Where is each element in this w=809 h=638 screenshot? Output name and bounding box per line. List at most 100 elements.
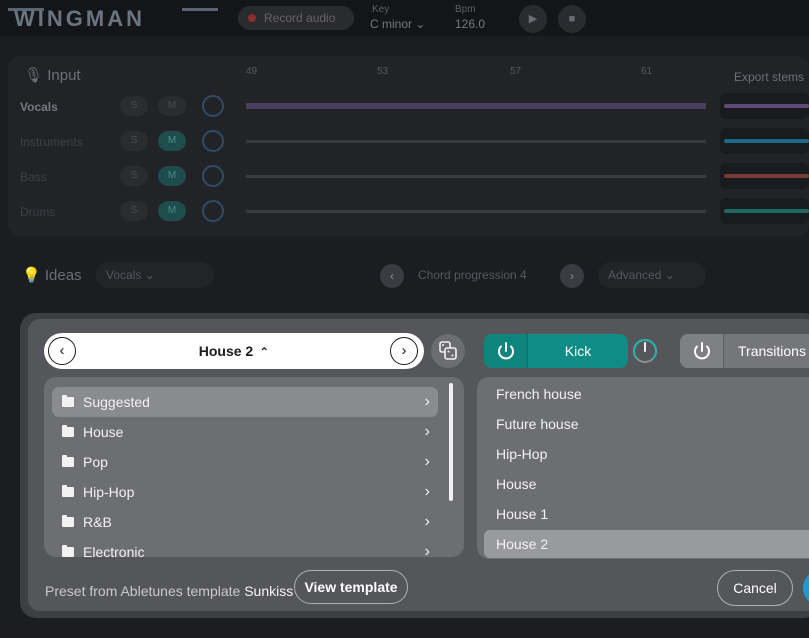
folder-item[interactable]: Suggested › [52,387,438,417]
chevron-right-icon: › [424,483,430,500]
folder-label: Pop [83,454,108,470]
stem-export-thumbnail[interactable] [720,128,809,154]
kick-toggle-group: Kick [484,334,628,368]
stem-export-thumbnail[interactable] [720,198,809,224]
preset-item[interactable]: House [484,470,809,498]
kick-power-button[interactable] [484,334,528,368]
key-value: C minor [370,17,413,31]
bpm-label: Bpm [455,4,476,15]
stem-waveform [724,104,809,108]
preset-source-text: Preset from Abletunes template Sunkiss [45,583,293,599]
next-preset-button[interactable]: › [390,337,418,365]
track-name: Drums [20,205,56,219]
kick-button[interactable]: Kick [528,334,628,368]
preset-item[interactable]: Hip-Hop [484,440,809,468]
folder-item[interactable]: R&B › [52,507,438,537]
waveform-lane [246,202,706,220]
key-select[interactable]: C minor ⌄ [370,17,425,31]
mute-button[interactable]: M [158,201,186,221]
transitions-power-button[interactable] [680,334,724,368]
view-template-button[interactable]: View template [294,570,408,604]
logo-wing-right [182,8,218,22]
template-name: Sunkiss [244,583,294,599]
mute-button[interactable]: M [158,131,186,151]
preset-title: House 2 [198,343,254,359]
folder-icon [62,395,74,407]
randomize-button[interactable] [431,334,465,368]
top-bar: WINGMAN Record audio Key C minor ⌄ Bpm 1… [0,0,809,36]
chord-progression-label: Chord progression 4 [418,268,527,282]
preset-item[interactable]: House 2 [484,530,809,558]
solo-button[interactable]: S [120,166,148,186]
waveform [246,103,706,109]
waveform [246,140,706,143]
chevron-right-icon: › [424,543,430,557]
track-volume-knob[interactable] [202,130,224,152]
record-icon [248,14,256,22]
mute-button[interactable]: M [158,96,186,116]
folder-list: Suggested › House › Pop › Hip-Hop › R&B › Electron… [44,377,464,557]
cancel-button[interactable]: Cancel [717,570,793,606]
stop-icon[interactable]: ■ [558,5,586,33]
track-name: Instruments [20,135,83,149]
solo-button[interactable]: S [120,131,148,151]
ideas-source-select[interactable]: Vocals ⌄ [96,262,214,288]
waveform-lane [246,97,706,115]
folder-icon [62,515,74,527]
folder-label: Electronic [83,544,145,557]
transitions-button[interactable]: Transitions [738,334,806,368]
stem-waveform [724,174,809,178]
folder-icon [62,455,74,467]
app-logo: WINGMAN [14,6,145,31]
bpm-value[interactable]: 126.0 [455,17,485,31]
track-volume-knob[interactable] [202,200,224,222]
chord-prev-icon[interactable]: ‹ [380,264,404,288]
preset-modal: ‹ House 2 ⌃ › Suggested › House › Pop › Hip-Hop… [20,313,809,618]
play-icon[interactable]: ▶ [519,5,547,33]
preset-item[interactable]: French house [484,380,809,408]
knob-icon [633,339,657,363]
stem-export-thumbnail[interactable] [720,93,809,119]
track-volume-knob[interactable] [202,95,224,117]
chevron-right-icon: › [424,393,430,410]
track-volume-knob[interactable] [202,165,224,187]
stem-export-thumbnail[interactable] [720,163,809,189]
solo-button[interactable]: S [120,96,148,116]
track-name: Bass [20,170,47,184]
folder-item[interactable]: Electronic › [52,537,438,557]
input-title: 🎙 Input [24,67,81,84]
preset-item[interactable]: House 1 [484,500,809,528]
kick-volume-knob[interactable] [632,338,658,364]
chevron-right-icon: › [424,513,430,530]
folder-icon [62,485,74,497]
preset-list: French house Future house Hip-Hop House Hous… [477,377,809,559]
folder-label: Hip-Hop [83,484,135,500]
transitions-toggle-group: Transitions [680,334,809,368]
folder-item[interactable]: Pop › [52,447,438,477]
confirm-button[interactable] [803,570,809,606]
chord-next-icon[interactable]: › [560,264,584,288]
preset-item[interactable]: Future house [484,410,809,438]
bar-number: 61 [641,66,653,77]
waveform [246,210,706,213]
chevron-right-icon: › [401,342,407,359]
folder-item[interactable]: House › [52,417,438,447]
power-icon [498,342,514,360]
record-audio-button[interactable]: Record audio [238,6,354,30]
solo-button[interactable]: S [120,201,148,221]
folder-item[interactable]: Hip-Hop › [52,477,438,507]
mute-button[interactable]: M [158,166,186,186]
power-icon [694,342,710,360]
waveform-lane [246,167,706,185]
export-stems-label: Export stems [734,70,805,84]
bar-number: 49 [246,66,258,77]
chevron-right-icon: › [424,423,430,440]
preset-title-toggle[interactable]: House 2 ⌃ [44,343,424,359]
advanced-select[interactable]: Advanced ⌄ [598,262,706,288]
folder-icon [62,425,74,437]
preset-modal-body: ‹ House 2 ⌃ › Suggested › House › Pop › Hip-Hop… [28,319,809,611]
stem-waveform [724,209,809,213]
folder-scrollbar[interactable] [449,383,453,501]
preset-navigator: ‹ House 2 ⌃ › [44,333,424,369]
ideas-row: 💡 Ideas Vocals ⌄ ‹ Chord progression 4 ›… [8,256,809,296]
